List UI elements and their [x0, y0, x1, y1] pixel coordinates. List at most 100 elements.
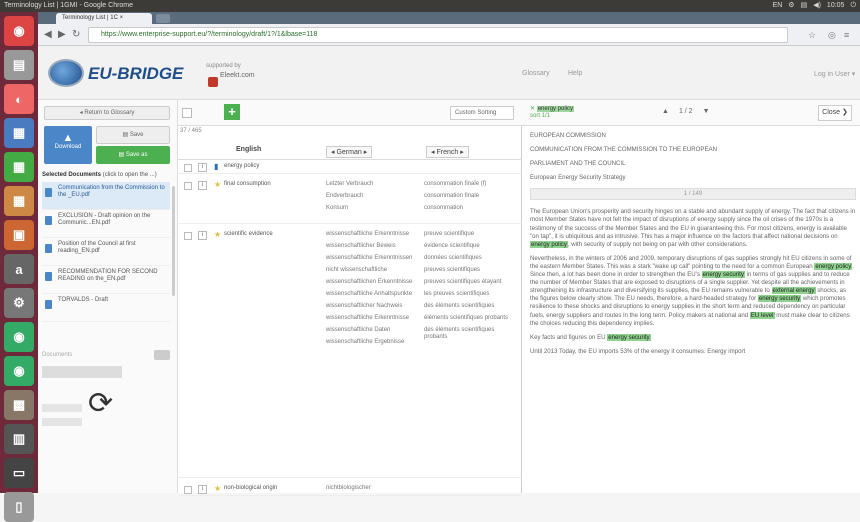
- document-item[interactable]: Position of the Council at first reading…: [42, 238, 170, 266]
- loading-spinner-icon: ⟳: [88, 387, 114, 420]
- document-item[interactable]: RECOMMENDATION FOR SECOND READING on the…: [42, 266, 170, 294]
- tray-item[interactable]: 10:05: [827, 0, 845, 12]
- tray-item[interactable]: ◀): [813, 0, 821, 12]
- software-center-icon[interactable]: ▣: [4, 220, 34, 250]
- term-french: des éléments scientifiques: [424, 303, 495, 309]
- app-header: EU-BRIDGE supported by Eleekt.com Glossa…: [38, 46, 860, 100]
- pdf-file-icon: [45, 272, 52, 281]
- impress-icon[interactable]: ▦: [4, 186, 34, 216]
- term-german: wissenschaftliche Erkenntnisse: [326, 231, 410, 237]
- row-checkbox[interactable]: [184, 232, 192, 240]
- documents-search-input[interactable]: Documents: [42, 352, 170, 364]
- save-as-button[interactable]: ▤ Save as: [96, 146, 170, 164]
- firefox-icon[interactable]: ◐: [4, 84, 34, 114]
- term-german: wissenschaftliche Daten: [326, 327, 391, 333]
- document-list-scrollbar[interactable]: [172, 186, 175, 296]
- loading-placeholder-3: [42, 418, 82, 426]
- os-top-panel: Terminology List | 1GMI - Google Chrome …: [0, 0, 860, 12]
- close-preview-button[interactable]: Close ❯: [818, 105, 852, 121]
- term-filter-tag[interactable]: ✕ energy policy sort 1/1: [530, 106, 575, 120]
- image-viewer-icon[interactable]: ▩: [4, 390, 34, 420]
- info-icon[interactable]: i: [198, 231, 207, 240]
- tray-item[interactable]: ⚙: [788, 0, 794, 12]
- select-all-checkbox[interactable]: [182, 108, 192, 118]
- row-checkbox[interactable]: [184, 164, 192, 172]
- add-term-button[interactable]: +: [224, 104, 240, 120]
- term-german: wissenschaftlicher Beweis: [326, 243, 396, 249]
- term-french-list: preuve scientifique évidence scientifique…: [424, 231, 518, 346]
- document-label: Communication from the Commission to the…: [58, 185, 165, 198]
- term-french: éléments scientifiques probants: [424, 315, 509, 321]
- table-row[interactable]: i ▮ energy policy: [178, 160, 522, 174]
- term-german: wissenschaftliche Anhaltspunkte: [326, 291, 413, 297]
- user-menu[interactable]: Log in User ▾: [814, 70, 855, 78]
- unity-launcher: ◉ ▤ ◐ ▦ ▦ ▦ ▣ a ⚙ ◉ ◉ ▩ ▥ ▭ ▯: [0, 12, 38, 522]
- terminal-icon[interactable]: ▭: [4, 458, 34, 488]
- table-row[interactable]: i ★ scientific evidence wissenschaftliche E…: [178, 228, 522, 478]
- term-german-list: nichtbiologischer: [326, 485, 418, 497]
- dash-icon[interactable]: ◉: [4, 16, 34, 46]
- next-occurrence-icon[interactable]: ▼: [703, 108, 710, 115]
- doc-paragraph-2: Nevertheless, in the winters of 2006 and…: [530, 254, 854, 327]
- document-item[interactable]: EXCLUSION - Draft opinion on the Communi…: [42, 210, 170, 238]
- term-highlight[interactable]: external energy: [771, 287, 816, 295]
- column-german-dropdown[interactable]: ◂ German ▸: [326, 146, 373, 158]
- documents-search-button[interactable]: [154, 350, 170, 360]
- forward-icon[interactable]: ▶: [58, 29, 66, 40]
- extension-icon[interactable]: ◎: [828, 30, 836, 41]
- system-tray[interactable]: EN ⚙ ▤ ◀) 10:05 ⏻: [773, 0, 856, 12]
- row-checkbox[interactable]: [184, 182, 192, 190]
- amazon-icon[interactable]: a: [4, 254, 34, 284]
- files-icon[interactable]: ▤: [4, 50, 34, 80]
- chrome-icon[interactable]: ◉: [4, 322, 34, 352]
- back-icon[interactable]: ◀: [44, 29, 52, 40]
- term-french: des éléments scientifiques probants: [424, 327, 495, 340]
- app-logo[interactable]: EU-BRIDGE: [88, 64, 183, 84]
- trash-icon[interactable]: ▯: [4, 492, 34, 522]
- star-icon[interactable]: ★: [214, 230, 221, 239]
- tray-item[interactable]: EN: [773, 0, 783, 12]
- table-row[interactable]: i ★ non-biological origin nichtbiologischer: [178, 482, 522, 496]
- menu-icon[interactable]: ≡: [844, 30, 849, 40]
- tray-item[interactable]: ▤: [801, 0, 808, 12]
- bookmark-star-icon[interactable]: ☆: [808, 30, 816, 41]
- table-row[interactable]: i ★ final consumption Letzter Verbrauch Endv…: [178, 178, 522, 224]
- info-icon[interactable]: i: [198, 181, 207, 190]
- url-input[interactable]: https://www.enterprise-support.eu/?/term…: [88, 27, 788, 43]
- nav-help[interactable]: Help: [568, 70, 582, 77]
- calc-icon[interactable]: ▦: [4, 152, 34, 182]
- flag-icon[interactable]: ▮: [214, 162, 218, 171]
- star-icon[interactable]: ★: [214, 180, 221, 189]
- page-separator: 1 / 149: [530, 188, 856, 201]
- return-to-glossary-button[interactable]: ◂ Return to Glossary: [44, 106, 170, 120]
- term-german: wissenschaftlicher Nachweis: [326, 303, 403, 309]
- term-highlight[interactable]: energy security: [701, 271, 745, 279]
- term-highlight[interactable]: energy security: [607, 333, 651, 341]
- save-icon: ▤: [122, 132, 130, 138]
- nav-glossary[interactable]: Glossary: [522, 70, 550, 77]
- eu-bridge-logo-icon: [48, 59, 84, 87]
- settings-icon[interactable]: ⚙: [4, 288, 34, 318]
- term-highlight[interactable]: energy policy: [814, 262, 853, 270]
- document-item[interactable]: TORVALDS - Draft: [42, 294, 170, 322]
- info-icon[interactable]: i: [198, 163, 207, 172]
- chrome-alt-icon[interactable]: ◉: [4, 356, 34, 386]
- new-tab-button[interactable]: [156, 14, 170, 23]
- download-button[interactable]: ▲ Download: [44, 126, 92, 164]
- star-icon[interactable]: ★: [214, 484, 221, 493]
- sorting-select[interactable]: Custom Sorting: [450, 106, 514, 120]
- browser-tab[interactable]: Terminology List | 1C ×: [56, 13, 152, 24]
- workspace-icon[interactable]: ▥: [4, 424, 34, 454]
- term-highlight[interactable]: EU level: [749, 311, 775, 319]
- writer-icon[interactable]: ▦: [4, 118, 34, 148]
- save-button[interactable]: ▤ Save: [96, 126, 170, 144]
- previous-occurrence-icon[interactable]: ▲: [662, 108, 669, 115]
- column-french-dropdown[interactable]: ◂ French ▸: [426, 146, 469, 158]
- term-french: consommation finale (f): [424, 181, 487, 187]
- document-item[interactable]: Communication from the Commission to the…: [42, 182, 170, 210]
- reload-icon[interactable]: ↻: [72, 29, 80, 40]
- tray-item[interactable]: ⏻: [850, 0, 856, 12]
- term-highlight[interactable]: energy security: [757, 295, 802, 303]
- term-highlight[interactable]: energy policy: [530, 240, 568, 248]
- doc-paragraph-3: Key facts and figures on EU energy secur…: [530, 333, 651, 341]
